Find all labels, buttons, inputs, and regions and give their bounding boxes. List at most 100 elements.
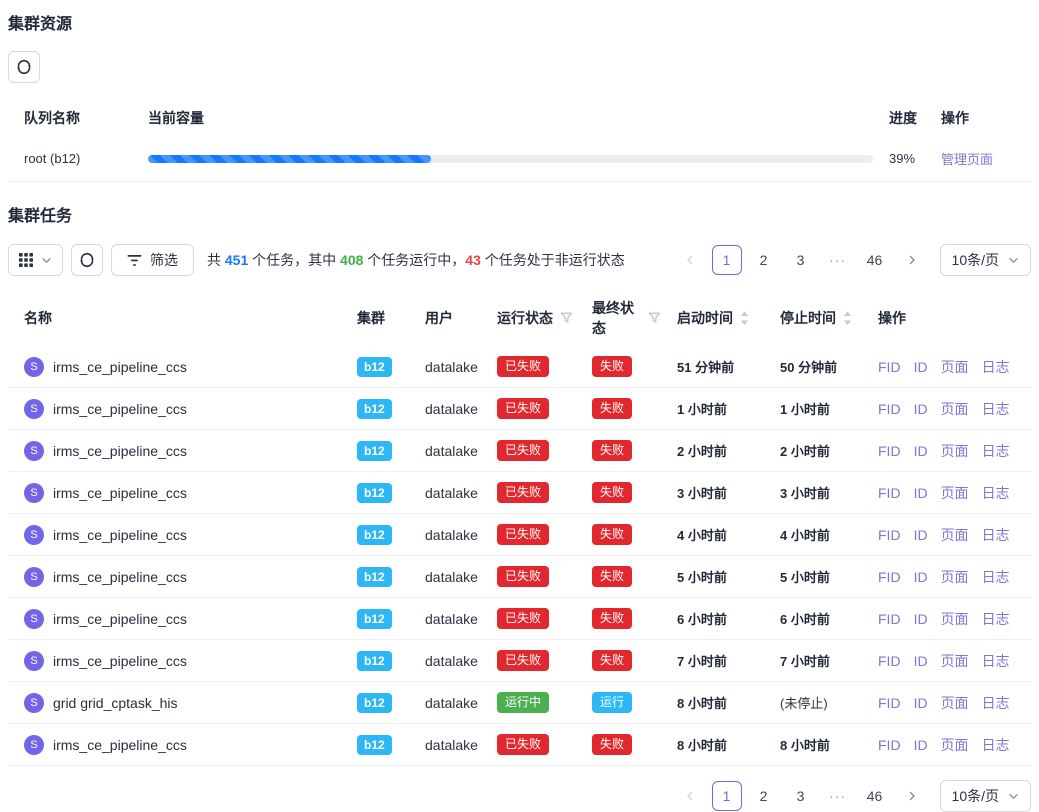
action-link-fid[interactable]: FID [878,569,901,585]
resources-refresh-button[interactable] [8,51,40,83]
pagination-page-1[interactable]: 1 [712,245,742,275]
action-link-log[interactable]: 日志 [982,569,1010,585]
column-label: 运行状态 [497,308,553,328]
pagination-next-button[interactable] [897,781,927,811]
sorter-icon[interactable] [740,311,749,326]
action-link-log[interactable]: 日志 [982,737,1010,753]
filter-lines-icon [127,254,142,267]
action-link-fid[interactable]: FID [878,443,901,459]
column-header-start[interactable]: 启动时间 [661,290,764,346]
run-status-badge: 已失败 [497,608,549,629]
pagination-page-2[interactable]: 2 [749,245,779,275]
filter-button-label: 筛选 [150,250,178,270]
action-link-id[interactable]: ID [914,695,928,711]
action-link-id[interactable]: ID [914,527,928,543]
user-name: datalake [425,443,478,459]
summary-text: 个任务运行中， [363,252,465,268]
action-link-log[interactable]: 日志 [982,485,1010,501]
table-row: Sirms_ce_pipeline_ccsb12datalake已失败失败7 小… [8,640,1031,682]
action-link-log[interactable]: 日志 [982,527,1010,543]
table-row: Sirms_ce_pipeline_ccsb12datalake已失败失败2 小… [8,430,1031,472]
action-link-page[interactable]: 页面 [941,527,969,543]
action-link-page[interactable]: 页面 [941,401,969,417]
action-link-id[interactable]: ID [914,359,928,375]
action-link-fid[interactable]: FID [878,485,901,501]
table-row: Sirms_ce_pipeline_ccsb12datalake已失败失败3 小… [8,472,1031,514]
task-name: irms_ce_pipeline_ccs [53,527,187,543]
pagination-bottom: 123···46 [668,781,927,811]
column-header-run_status[interactable]: 运行状态 [481,290,576,346]
action-link-fid[interactable]: FID [878,527,901,543]
pagination-page-1[interactable]: 1 [712,781,742,811]
start-time: 4 小时前 [677,528,727,543]
pagination-page-46[interactable]: 46 [860,245,890,275]
chevron-down-icon [1008,255,1019,266]
action-link-page[interactable]: 页面 [941,569,969,585]
user-name: datalake [425,695,478,711]
column-settings-button[interactable] [8,244,63,276]
action-link-id[interactable]: ID [914,737,928,753]
manage-page-link[interactable]: 管理页面 [941,152,993,167]
run-status-badge: 已失败 [497,524,549,545]
chevron-down-icon [41,255,52,266]
action-link-fid[interactable]: FID [878,359,901,375]
pagination-next-button[interactable] [897,245,927,275]
action-link-fid[interactable]: FID [878,611,901,627]
action-link-id[interactable]: ID [914,401,928,417]
stop-time: 7 小时前 [780,654,830,669]
action-link-page[interactable]: 页面 [941,653,969,669]
cluster-badge: b12 [357,693,392,713]
column-label: 集群 [357,308,385,328]
action-link-log[interactable]: 日志 [982,653,1010,669]
action-link-id[interactable]: ID [914,653,928,669]
action-link-log[interactable]: 日志 [982,359,1010,375]
pagination-page-2[interactable]: 2 [749,781,779,811]
column-header-name: 名称 [8,290,341,346]
avatar: S [24,735,44,755]
action-link-fid[interactable]: FID [878,653,901,669]
cluster-badge: b12 [357,609,392,629]
action-link-page[interactable]: 页面 [941,695,969,711]
avatar: S [24,525,44,545]
resources-section-title: 集群资源 [8,0,1031,35]
summary-text: 个任务处于非运行状态 [481,252,625,268]
action-link-log[interactable]: 日志 [982,401,1010,417]
tasks-table: 名称集群用户运行状态最终状态启动时间停止时间操作 Sirms_ce_pipeli… [8,290,1031,766]
action-link-id[interactable]: ID [914,485,928,501]
filter-button[interactable]: 筛选 [111,244,194,276]
action-link-fid[interactable]: FID [878,401,901,417]
page-size-select[interactable]: 10条/页 [940,244,1031,276]
filter-funnel-icon[interactable] [560,312,573,324]
page-size-select[interactable]: 10条/页 [940,780,1031,812]
action-link-id[interactable]: ID [914,611,928,627]
avatar: S [24,609,44,629]
tasks-refresh-button[interactable] [71,244,103,276]
action-link-page[interactable]: 页面 [941,737,969,753]
action-link-log[interactable]: 日志 [982,443,1010,459]
action-link-id[interactable]: ID [914,569,928,585]
pagination-prev-button[interactable] [675,245,705,275]
filter-funnel-icon[interactable] [648,312,661,324]
pagination-page-46[interactable]: 46 [860,781,890,811]
avatar: S [24,399,44,419]
cluster-badge: b12 [357,357,392,377]
pagination-page-3[interactable]: 3 [786,781,816,811]
cluster-badge: b12 [357,567,392,587]
pagination-page-3[interactable]: 3 [786,245,816,275]
action-link-page[interactable]: 页面 [941,485,969,501]
column-header-stop[interactable]: 停止时间 [764,290,862,346]
pagination-prev-button[interactable] [675,781,705,811]
action-link-page[interactable]: 页面 [941,443,969,459]
action-link-log[interactable]: 日志 [982,695,1010,711]
user-name: datalake [425,401,478,417]
action-link-log[interactable]: 日志 [982,611,1010,627]
action-link-page[interactable]: 页面 [941,359,969,375]
column-header-cluster: 集群 [341,290,409,346]
column-header-final_status[interactable]: 最终状态 [576,290,661,346]
action-link-fid[interactable]: FID [878,737,901,753]
action-link-id[interactable]: ID [914,443,928,459]
user-name: datalake [425,527,478,543]
action-link-fid[interactable]: FID [878,695,901,711]
sorter-icon[interactable] [843,311,852,326]
action-link-page[interactable]: 页面 [941,611,969,627]
